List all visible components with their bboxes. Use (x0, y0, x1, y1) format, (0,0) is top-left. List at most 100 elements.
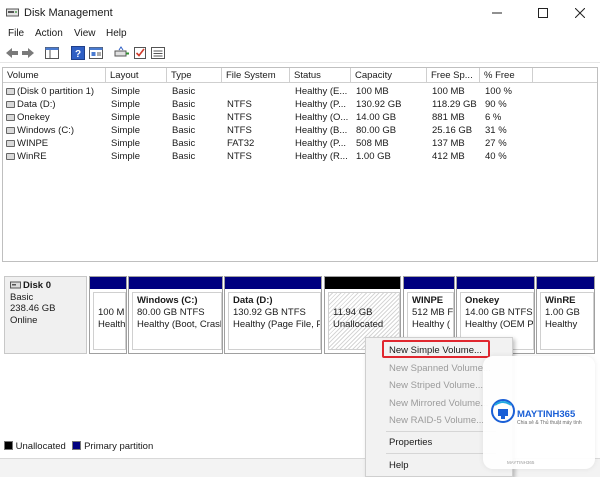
table-row[interactable]: WINPE (3, 137, 106, 150)
table-row[interactable]: Data (D:) (3, 98, 106, 111)
disk-name: Disk 0 (23, 280, 51, 291)
column-header-percent-free[interactable]: % Free (480, 68, 533, 83)
disk-status: Online (10, 314, 38, 326)
partition-windows-c[interactable]: Windows (C:) 80.00 GB NTFS Healthy (Boot… (128, 276, 223, 354)
cell-capacity: 1.00 GB (356, 151, 391, 162)
cell-status: Healthy (E... (295, 86, 348, 97)
cell-type: Basic (172, 138, 196, 149)
cell-file-system (224, 85, 290, 98)
cell-status: Healthy (B... (295, 125, 348, 136)
volume-icon (6, 127, 15, 134)
disk-management-app-icon (6, 8, 19, 17)
menu-view[interactable]: View (74, 28, 96, 39)
partition-size: 130.92 GB NTFS (233, 307, 306, 318)
console-tree-icon[interactable] (44, 45, 60, 61)
maytinh365-logo-icon (491, 399, 515, 423)
menu-item-new-raid5-volume: New RAID-5 Volume... (389, 415, 485, 426)
partition-status: Health (98, 319, 126, 330)
menu-separator (386, 431, 496, 432)
cell-percent-free: 6 % (485, 112, 502, 123)
cell-capacity: 100 MB (356, 86, 389, 97)
cell-free-space: 881 MB (432, 112, 465, 123)
properties-icon[interactable] (88, 45, 104, 61)
cell-type: Basic (172, 86, 196, 97)
legend: Unallocated Primary partition (4, 441, 153, 455)
cell-percent-free: 40 % (485, 151, 507, 162)
cell-capacity: 14.00 GB (356, 112, 397, 123)
partition-size: 512 MB F (412, 307, 454, 318)
disk-info-panel[interactable]: Disk 0 Basic 238.46 GB Online (4, 276, 87, 354)
partition-data-d[interactable]: Data (D:) 130.92 GB NTFS Healthy (Page F… (224, 276, 322, 354)
partition-efi[interactable]: 100 M Health (89, 276, 127, 354)
cell-volume: Data (D:) (17, 99, 56, 110)
partition-size: 1.00 GB (545, 307, 580, 318)
cell-file-system: NTFS (227, 125, 252, 136)
cell-status: Healthy (R... (295, 151, 348, 162)
column-header-volume[interactable]: Volume (3, 68, 106, 83)
menu-item-help[interactable]: Help (389, 460, 409, 471)
back-arrow-icon[interactable] (4, 45, 20, 61)
column-header-capacity[interactable]: Capacity (351, 68, 427, 83)
cell-file-system: NTFS (227, 151, 252, 162)
cell-layout: Simple (111, 125, 141, 136)
menu-item-new-mirrored-volume: New Mirrored Volume... (389, 398, 489, 409)
table-row[interactable]: (Disk 0 partition 1) (3, 85, 106, 98)
help-icon[interactable]: ? (70, 45, 86, 61)
menu-action[interactable]: Action (35, 28, 63, 39)
partition-status: Healthy (Page File, P (233, 319, 321, 330)
menu-item-properties[interactable]: Properties (389, 437, 432, 448)
cell-free-space: 412 MB (432, 151, 465, 162)
table-row[interactable]: Windows (C:) (3, 124, 106, 137)
cell-status: Healthy (O... (295, 112, 349, 123)
maximize-icon (538, 8, 548, 18)
partition-status: Unallocated (333, 319, 384, 330)
column-header-type[interactable]: Type (167, 68, 222, 83)
table-row[interactable]: WinRE (3, 150, 106, 163)
table-row[interactable]: Onekey (3, 111, 106, 124)
watermark-tagline: Chia sẻ & Thủ thuật máy tính (517, 420, 582, 426)
volume-icon (6, 140, 15, 147)
list-view-icon[interactable] (150, 45, 166, 61)
cell-file-system: NTFS (227, 112, 252, 123)
primary-partition-swatch (72, 441, 82, 450)
primary-partition-bar (457, 277, 534, 289)
column-header-layout[interactable]: Layout (106, 68, 167, 83)
connect-icon[interactable] (114, 45, 130, 61)
cell-layout: Simple (111, 138, 141, 149)
cell-percent-free: 27 % (485, 138, 507, 149)
partition-size: 11.94 GB (333, 307, 373, 318)
menu-help[interactable]: Help (106, 28, 127, 39)
close-icon (575, 8, 585, 18)
primary-partition-bar (90, 277, 126, 289)
cell-layout: Simple (111, 151, 141, 162)
cell-free-space: 118.29 GB (432, 99, 477, 110)
column-header-free-space[interactable]: Free Sp... (427, 68, 480, 83)
checkmark-icon[interactable] (132, 45, 148, 61)
unallocated-swatch (4, 441, 13, 450)
cell-capacity: 508 MB (356, 138, 389, 149)
maximize-button[interactable] (528, 4, 558, 22)
cell-status: Healthy (P... (295, 99, 347, 110)
cell-type: Basic (172, 151, 196, 162)
cell-percent-free: 31 % (485, 125, 507, 136)
forward-arrow-icon[interactable] (20, 45, 36, 61)
cell-free-space: 25.16 GB (432, 125, 473, 136)
partition-label: Onekey (465, 295, 500, 306)
svg-text:?: ? (75, 49, 81, 60)
close-button[interactable] (565, 4, 595, 22)
primary-partition-bar (225, 277, 321, 289)
menu-file[interactable]: File (8, 28, 24, 39)
column-header-file-system[interactable]: File System (222, 68, 290, 83)
cell-status: Healthy (P... (295, 138, 347, 149)
volume-list[interactable]: Volume Layout Type File System Status Ca… (2, 67, 598, 262)
highlight-box (382, 340, 490, 358)
cell-type: Basic (172, 112, 196, 123)
column-header-status[interactable]: Status (290, 68, 351, 83)
cell-type: Basic (172, 99, 196, 110)
partition-status: Healthy (Boot, Crasl (137, 319, 222, 330)
disk-icon (10, 281, 21, 289)
minimize-button[interactable] (482, 4, 512, 22)
cell-volume: WinRE (17, 151, 47, 162)
menu-separator (386, 453, 496, 454)
partition-winre[interactable]: WinRE 1.00 GB Healthy (536, 276, 595, 354)
